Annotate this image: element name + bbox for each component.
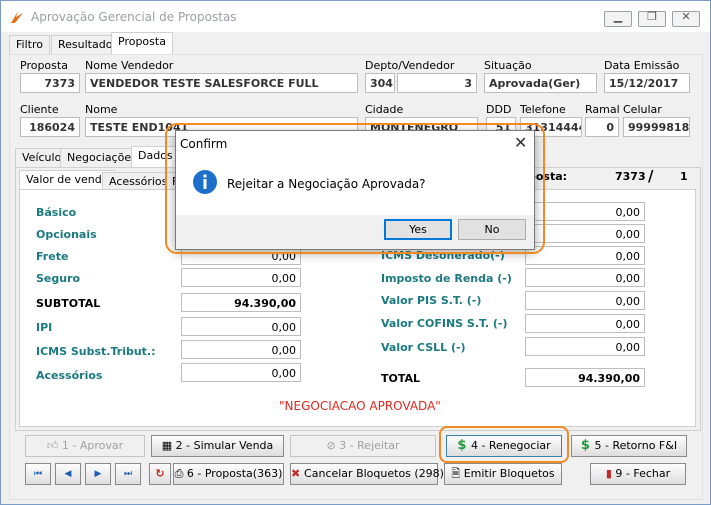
depto-label: Depto/Vendedor	[365, 59, 455, 72]
dialog-highlight	[165, 123, 545, 254]
emitir-label: Emitir Bloquetos	[463, 467, 555, 480]
situacao-field[interactable]: Aprovada(Ger)	[484, 73, 597, 93]
refresh-button[interactable]: ↻	[149, 463, 171, 485]
first-icon: ⏮	[33, 469, 43, 479]
close-window-button[interactable]: ✕	[672, 10, 700, 27]
pis-st-input[interactable]: 0,00	[525, 291, 645, 310]
imposto-renda-input[interactable]: 0,00	[525, 268, 645, 287]
tab-resultado[interactable]: Resultado	[51, 35, 120, 55]
minimize-icon: ▁	[613, 10, 623, 23]
depto-field[interactable]: 304	[365, 73, 395, 93]
icms-st-input[interactable]: 0,00	[181, 340, 301, 359]
document-icon: 🗎	[451, 467, 464, 480]
next-record-button[interactable]: ▶	[85, 463, 111, 485]
maximize-icon: ❐	[647, 10, 657, 23]
vendedor-label: Nome Vendedor	[85, 59, 174, 72]
rejeitar-label: 3 - Rejeitar	[339, 439, 400, 452]
renegociar-highlight	[439, 426, 569, 463]
situacao-label: Situação	[484, 59, 532, 72]
total-label: TOTAL	[381, 372, 421, 385]
emitir-bloquetos-button[interactable]: 🗎 Emitir Bloquetos	[444, 463, 562, 485]
info-count: 1	[680, 170, 688, 183]
tab-filtro[interactable]: Filtro	[9, 35, 50, 55]
fechar-button[interactable]: ▮ 9 - Fechar	[590, 463, 686, 485]
cliente-field[interactable]: 186024	[20, 117, 80, 137]
vendedor-code-field[interactable]: 3	[397, 73, 477, 93]
tab-valor-venda[interactable]: Valor de venda	[19, 170, 116, 191]
close-icon: ✕	[681, 10, 691, 23]
exit-door-icon: ▮	[605, 467, 616, 480]
proposta-btn-label: 6 - Proposta(363)	[186, 467, 283, 480]
data-emissao-label: Data Emissão	[604, 59, 680, 72]
thumbs-up-icon: 👍︎	[46, 439, 62, 452]
retorno-label: 5 - Retorno F&I	[594, 439, 678, 452]
acessorios-label: Acessórios	[36, 369, 103, 382]
prev-record-button[interactable]: ◀	[55, 463, 81, 485]
simular-label: 2 - Simular Venda	[175, 439, 274, 452]
celular-label: Celular	[623, 103, 662, 116]
x-icon: ✖	[291, 467, 305, 480]
subtotal-value: 94.390,00	[181, 293, 301, 312]
opcionais-label: Opcionais	[36, 228, 97, 241]
window-title: Aprovação Gerencial de Propostas	[31, 10, 237, 24]
info-slash: /	[648, 167, 654, 185]
subtotal-label: SUBTOTAL	[36, 297, 101, 310]
next-icon: ▶	[94, 469, 102, 479]
icms-st-label: ICMS Subst.Tribut.:	[36, 345, 156, 358]
celular-field[interactable]: 999998181	[623, 117, 690, 137]
pis-st-label: Valor PIS S.T. (-)	[381, 294, 482, 307]
title-bar: Aprovação Gerencial de Propostas ▁ ❐ ✕	[1, 1, 710, 32]
last-icon: ⏭	[123, 469, 133, 479]
tab-proposta[interactable]: Proposta	[111, 32, 173, 55]
retorno-fi-button[interactable]: $ 5 - Retorno F&I	[571, 435, 687, 457]
info-number: 7373	[615, 170, 646, 183]
last-record-button[interactable]: ⏭	[115, 463, 141, 485]
acessorios-input[interactable]: 0,00	[181, 363, 301, 382]
ramal-field[interactable]: 0	[585, 117, 619, 137]
maximize-button[interactable]: ❐	[638, 10, 666, 27]
cofins-st-label: Valor COFINS S.T. (-)	[381, 317, 508, 330]
aprovar-label: 1 - Aprovar	[61, 439, 124, 452]
cancelar-label: Cancelar Bloquetos (298)	[304, 467, 444, 480]
vendedor-field[interactable]: VENDEDOR TESTE SALESFORCE FULL	[85, 73, 358, 93]
proposta-label: Proposta	[20, 59, 68, 72]
rejeitar-button[interactable]: ⊘ 3 - Rejeitar	[290, 435, 436, 457]
seguro-input[interactable]: 0,00	[181, 268, 301, 287]
proposta-button[interactable]: ⎙ 6 - Proposta(363)	[173, 463, 284, 485]
total-value: 94.390,00	[525, 368, 645, 387]
ipi-label: IPI	[36, 321, 53, 334]
cliente-label: Cliente	[20, 103, 59, 116]
telefone-label: Telefone	[520, 103, 566, 116]
cancelar-bloquetos-button[interactable]: ✖ Cancelar Bloquetos (298)	[290, 463, 444, 485]
csll-label: Valor CSLL (-)	[381, 341, 466, 354]
basico-label: Básico	[36, 206, 77, 219]
app-logo-icon	[11, 11, 23, 23]
aprovar-button[interactable]: 👍︎ 1 - Aprovar	[25, 435, 145, 457]
imposto-renda-label: Imposto de Renda (-)	[381, 272, 512, 285]
simular-venda-button[interactable]: ▦ 2 - Simular Venda	[151, 435, 284, 457]
cofins-st-input[interactable]: 0,00	[525, 314, 645, 333]
data-emissao-field[interactable]: 15/12/2017	[604, 73, 690, 93]
proposta-field[interactable]: 7373	[20, 73, 80, 93]
ipi-input[interactable]: 0,00	[181, 317, 301, 336]
block-icon: ⊘	[326, 439, 340, 452]
minimize-button[interactable]: ▁	[604, 10, 632, 27]
main-window: Aprovação Gerencial de Propostas ▁ ❐ ✕ F…	[0, 0, 711, 505]
prev-icon: ◀	[64, 469, 72, 479]
frete-label: Frete	[36, 250, 69, 263]
csll-input[interactable]: 0,00	[525, 337, 645, 356]
calculator-icon: ▦	[161, 439, 176, 452]
seguro-label: Seguro	[36, 272, 81, 285]
cidade-label: Cidade	[365, 103, 404, 116]
ramal-label: Ramal	[585, 103, 620, 116]
printer-icon: ⎙	[174, 467, 187, 480]
fechar-label: 9 - Fechar	[615, 467, 671, 480]
refresh-icon: ↻	[155, 467, 165, 480]
first-record-button[interactable]: ⏮	[25, 463, 51, 485]
ddd-label: DDD	[486, 103, 512, 116]
dollar-icon: $	[580, 438, 595, 453]
status-message: "NEGOCIACAO APROVADA"	[279, 399, 441, 413]
nome-label: Nome	[85, 103, 118, 116]
icms-desonerado-input[interactable]: 0,00	[525, 246, 645, 265]
